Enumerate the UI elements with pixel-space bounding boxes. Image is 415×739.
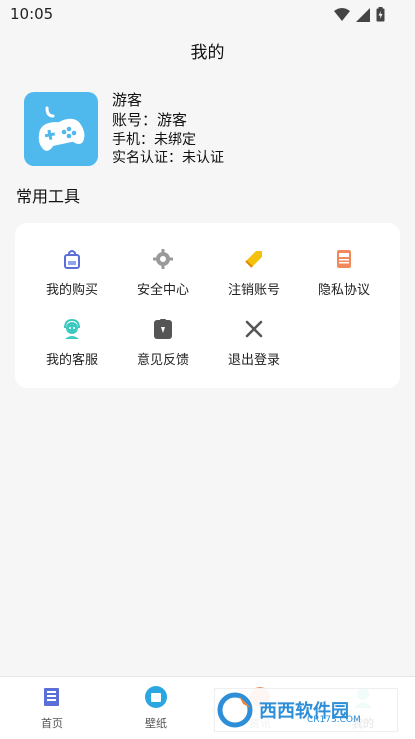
tool-privacy-policy[interactable]: 隐私协议 [299, 247, 389, 303]
tool-label: 安全中心 [136, 283, 189, 298]
tool-label: 我的购买 [45, 283, 98, 298]
battery-icon [376, 7, 385, 22]
title-bar: 我的 [0, 38, 415, 68]
gear-icon [153, 249, 173, 269]
nickname: 游客 [112, 91, 143, 109]
tool-label: 注销账号 [227, 283, 280, 298]
tool-label: 退出登录 [227, 353, 280, 368]
tool-security-center[interactable]: 安全中心 [118, 247, 208, 303]
wallpaper-icon [145, 686, 167, 708]
tool-my-purchases[interactable]: 我的购买 [27, 247, 117, 303]
tag-icon [245, 251, 262, 268]
tool-label: 我的客服 [45, 353, 98, 368]
status-time: 10:05 [10, 5, 54, 23]
wifi-icon [334, 7, 350, 21]
nav-home[interactable]: 首页 [17, 685, 87, 731]
logo-icon [217, 692, 253, 728]
nav-label: 首页 [41, 717, 63, 730]
tool-cancel-account[interactable]: 注销账号 [209, 247, 299, 303]
close-icon [245, 320, 263, 338]
tools-section-title: 常用工具 [16, 187, 81, 206]
tool-label: 隐私协议 [317, 283, 370, 298]
avatar[interactable] [24, 92, 98, 166]
verification-line: 实名认证：未认证 [112, 150, 224, 166]
nav-wallpaper[interactable]: 壁纸 [121, 685, 191, 731]
status-icons [334, 7, 385, 22]
tools-card: 我的购买 安全中心 注销账号 隐私协议 我的客服 意见反馈 退出登录 [15, 223, 400, 388]
page-title: 我的 [190, 43, 225, 63]
status-bar: 10:05 [0, 0, 415, 30]
news-icon [44, 688, 59, 706]
account-line: 账号：游客 [112, 111, 188, 129]
phone-line: 手机：未绑定 [112, 132, 196, 148]
signal-icon [356, 7, 370, 22]
bag-icon [64, 250, 80, 269]
tool-customer-service[interactable]: 我的客服 [27, 317, 117, 373]
profile-card[interactable]: 游客 账号：游客 手机：未绑定 实名认证：未认证 [24, 90, 394, 170]
tool-feedback[interactable]: 意见反馈 [118, 317, 208, 373]
tool-logout[interactable]: 退出登录 [209, 317, 299, 373]
tool-label: 意见反馈 [136, 353, 189, 368]
document-new-icon [337, 250, 351, 268]
watermark: 西西软件园 CR173.COM [214, 688, 398, 732]
watermark-url: CR173.COM [307, 715, 361, 725]
profile-info: 游客 账号：游客 手机：未绑定 实名认证：未认证 [112, 90, 224, 167]
clipboard-icon [154, 319, 172, 339]
gamepad-icon [38, 106, 85, 151]
nav-label: 壁纸 [145, 717, 167, 730]
headset-icon [64, 318, 80, 339]
